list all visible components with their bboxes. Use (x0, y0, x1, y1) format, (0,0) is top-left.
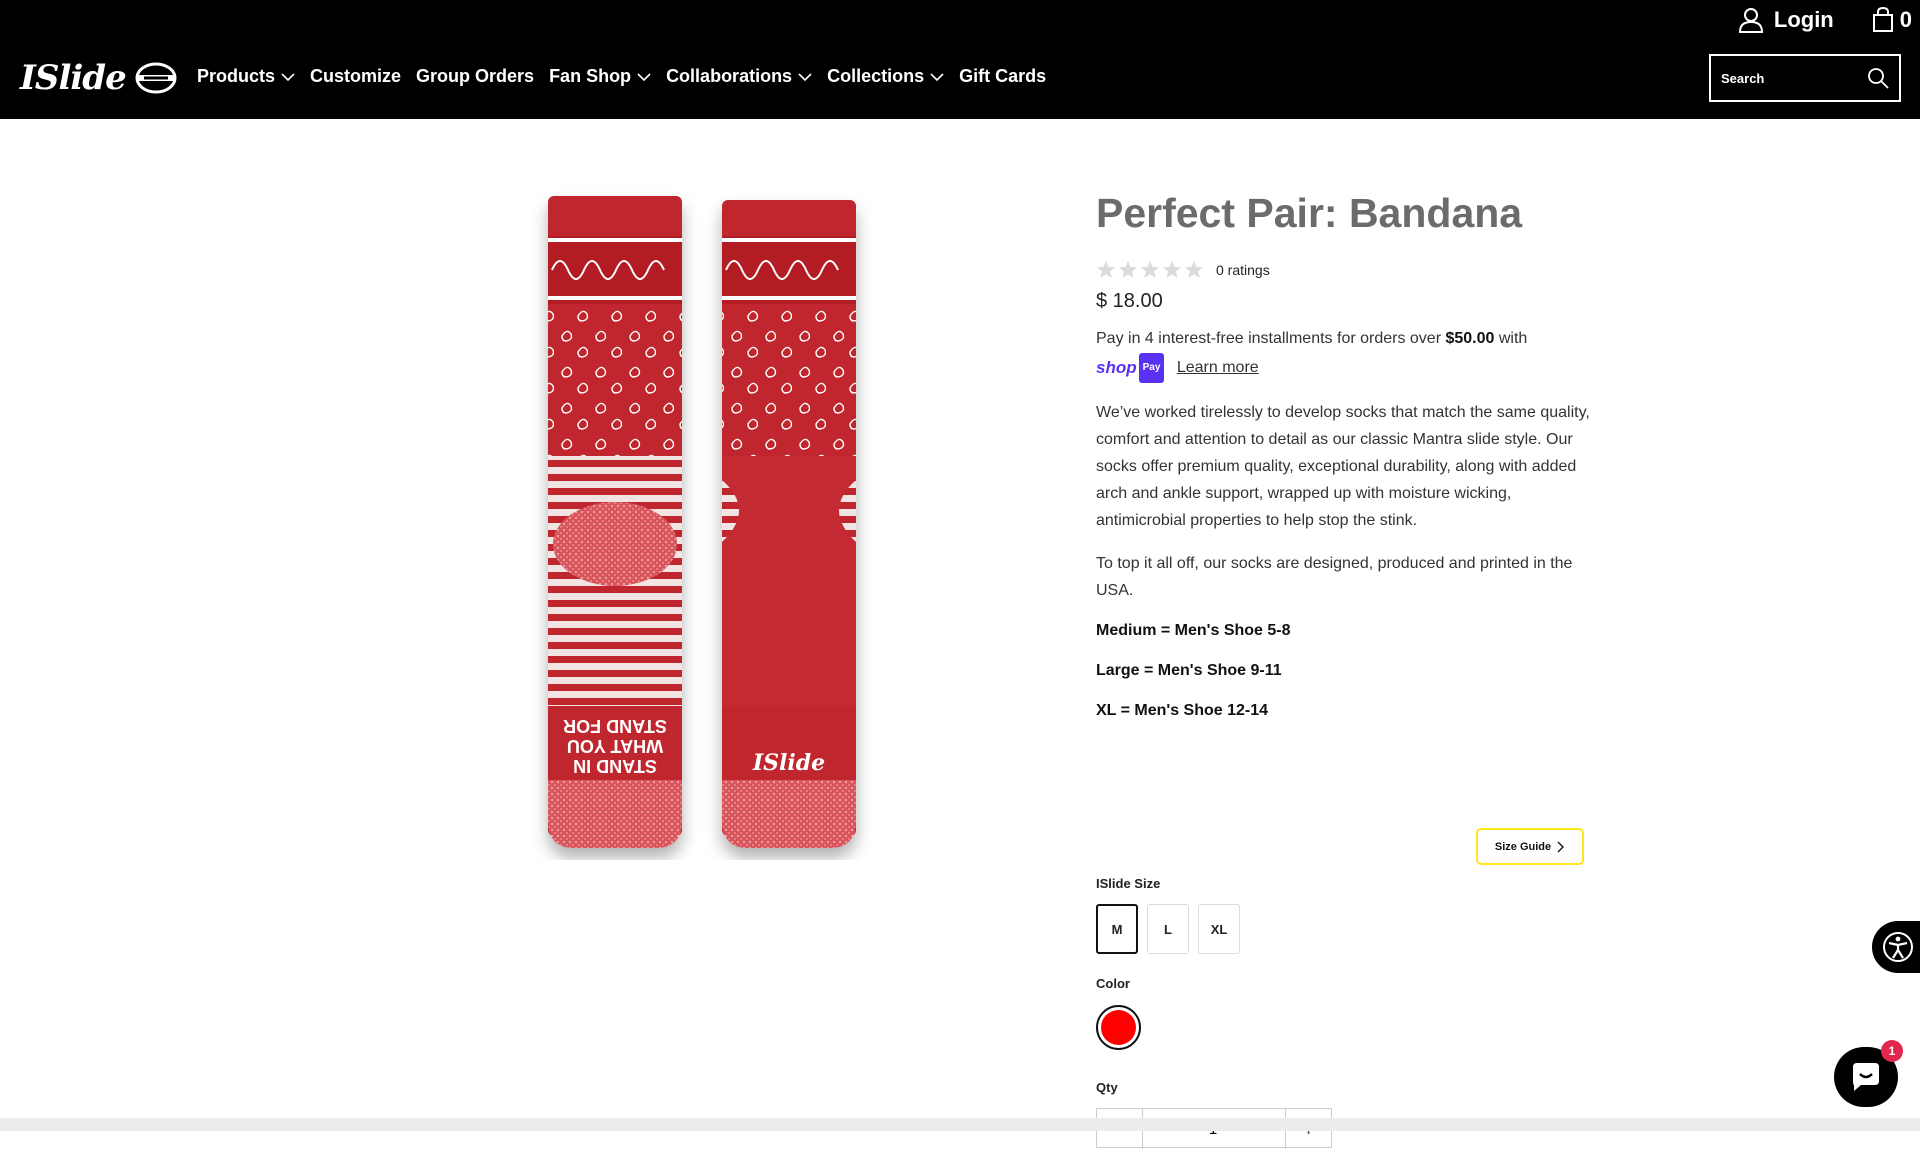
size-guide-label: Size Guide (1494, 840, 1552, 853)
installments-prefix: Pay in 4 interest-free installments for … (1096, 330, 1446, 347)
chevron-down-icon (930, 72, 944, 81)
chat-icon (1853, 1063, 1879, 1091)
nav-label: Group Orders (416, 66, 535, 86)
nav-collaborations[interactable]: Collaborations (666, 66, 812, 87)
nav-gift-cards[interactable]: Gift Cards (959, 66, 1046, 87)
nav-customize[interactable]: Customize (310, 66, 401, 87)
sock-slogan: STAND IN WHAT YOU STAND FOR (563, 716, 667, 776)
rating-stars (1096, 260, 1206, 280)
sock-logo: ISlide (752, 750, 825, 776)
product-title: Perfect Pair: Bandana (1096, 190, 1523, 236)
sock-slogan-line: WHAT YOU (567, 736, 663, 756)
shopping-bag-icon (1872, 7, 1893, 32)
right-sock: ISlide (722, 200, 856, 848)
color-swatch-red[interactable] (1096, 1005, 1141, 1050)
installments-amount: $50.00 (1445, 330, 1495, 347)
site-header: ISlide Products Customize Group Orders F… (0, 0, 1920, 119)
size-option-m[interactable]: M (1096, 904, 1138, 954)
size-option-label: ISlide Size (1096, 876, 1161, 891)
size-guide-button[interactable]: Size Guide (1476, 828, 1584, 865)
product-price: $ 18.00 (1096, 290, 1163, 312)
chevron-down-icon (637, 72, 651, 81)
login-link[interactable]: Login (1738, 7, 1834, 33)
chevron-down-icon (281, 72, 295, 81)
nav-label: Collections (827, 66, 925, 86)
nav-label: Customize (310, 66, 402, 86)
learn-more-link[interactable]: Learn more (1177, 359, 1259, 376)
chevron-down-icon (798, 72, 812, 81)
nav-label: Gift Cards (959, 66, 1047, 86)
cart-count: 0 (1899, 7, 1912, 32)
product-description: We’ve worked tirelessly to develop socks… (1096, 404, 1590, 529)
size-options: M L XL (1096, 904, 1249, 954)
chevron-right-icon (1557, 841, 1565, 852)
logo[interactable]: ISlide (20, 58, 178, 98)
size-chart-xl: XL = Men's Shoe 12-14 (1096, 702, 1269, 719)
nav-fan-shop[interactable]: Fan Shop (549, 66, 651, 87)
product-description-made-in-usa: To top it all off, our socks are designe… (1096, 555, 1573, 599)
nav-group-orders[interactable]: Group Orders (416, 66, 534, 87)
search-box (1709, 54, 1901, 102)
star-icons (1097, 261, 1203, 278)
account-area: Login 0 (1738, 0, 1920, 40)
nav-label: Fan Shop (549, 66, 632, 86)
size-chart-large: Large = Men's Shoe 9-11 (1096, 662, 1282, 679)
accessibility-icon (1883, 932, 1913, 962)
installments-suffix: with (1494, 330, 1528, 347)
size-option-l[interactable]: L (1147, 904, 1189, 954)
rating-row[interactable]: 0 ratings (1096, 260, 1596, 280)
logo-badge-icon (135, 62, 177, 94)
chat-notification-badge: 1 (1881, 1040, 1903, 1062)
qty-label: Qty (1096, 1080, 1118, 1095)
sock-slogan-line: STAND FOR (563, 716, 667, 736)
size-option-xl[interactable]: XL (1198, 904, 1240, 954)
shop-pay-logo: shop Pay (1096, 353, 1165, 383)
accessibility-button[interactable] (1872, 921, 1920, 973)
nav-collections[interactable]: Collections (827, 66, 944, 87)
color-swatch-fill (1101, 1010, 1136, 1045)
nav-products[interactable]: Products (197, 66, 295, 87)
browser-bottom-edge (0, 1118, 1920, 1131)
size-chart-medium: Medium = Men's Shoe 5-8 (1096, 622, 1291, 639)
search-icon[interactable] (1867, 67, 1889, 89)
color-option-label: Color (1096, 976, 1130, 991)
shop-pay-badge: Pay (1138, 353, 1165, 383)
search-input[interactable] (1721, 70, 1861, 86)
product-image[interactable]: STAND IN WHAT YOU STAND FOR ISlide (520, 180, 900, 860)
main-nav: Products Customize Group Orders Fan Shop… (197, 66, 1061, 87)
cart-link[interactable]: 0 (1872, 7, 1912, 33)
user-icon (1738, 8, 1763, 33)
product-info: Perfect Pair: Bandana 0 ratings $ 18.00 … (1096, 190, 1596, 720)
installments-message: Pay in 4 interest-free installments for … (1096, 325, 1596, 383)
sock-slogan-line: STAND IN (573, 756, 657, 776)
socks-illustration: STAND IN WHAT YOU STAND FOR ISlide (548, 196, 856, 848)
shop-pay-text: shop (1096, 358, 1137, 377)
login-label: Login (1773, 7, 1834, 32)
logo-text: ISlide (20, 58, 127, 98)
nav-label: Products (197, 66, 276, 86)
rating-count: 0 ratings (1216, 262, 1270, 278)
nav-label: Collaborations (666, 66, 793, 86)
